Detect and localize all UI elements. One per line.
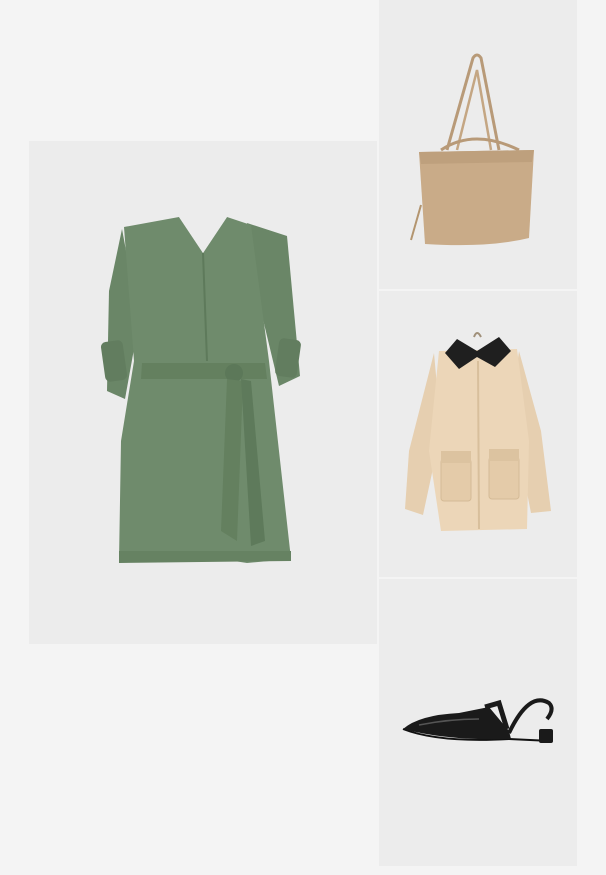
bag-tile[interactable] — [379, 0, 577, 289]
dress-tile[interactable] — [29, 141, 377, 644]
beige-tote-bag-image — [410, 53, 534, 246]
beige-utility-jacket-image — [405, 332, 551, 531]
green-shirt-dress-image — [100, 215, 301, 563]
shoe-tile[interactable] — [379, 579, 577, 866]
jacket-tile[interactable] — [379, 291, 577, 577]
black-slingback-flat-image — [402, 698, 554, 743]
